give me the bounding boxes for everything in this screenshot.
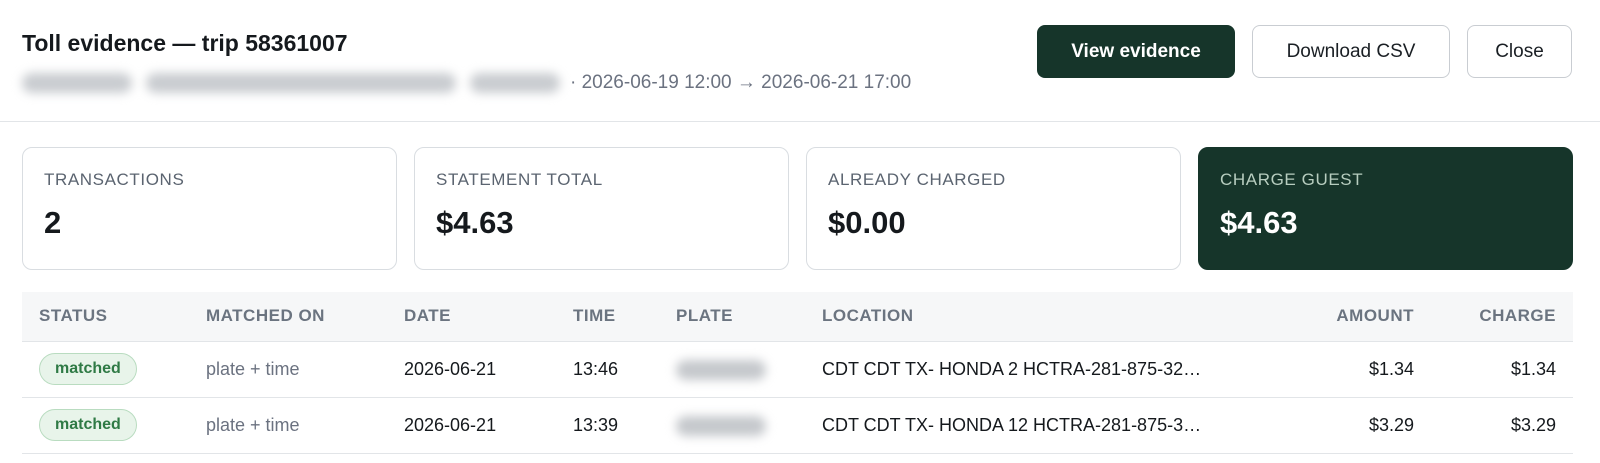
date-cell: 2026-06-21 <box>404 414 497 435</box>
location-cell: CDT CDT TX- HONDA 12 HCTRA-281-875-3… <box>822 414 1202 435</box>
table-row[interactable]: matched plate + time 2026-06-21 13:46 CD… <box>22 341 1573 397</box>
column-header-date[interactable]: DATE <box>387 292 556 341</box>
column-header-matched-on[interactable]: MATCHED ON <box>189 292 387 341</box>
summary-label: CHARGE GUEST <box>1220 170 1364 189</box>
column-header-amount[interactable]: AMOUNT <box>1263 292 1431 341</box>
trip-subtitle: · 2026-06-19 12:00 → 2026-06-21 17:00 <box>22 68 911 98</box>
redacted-plate <box>676 359 766 380</box>
summary-card-transactions: TRANSACTIONS 2 <box>22 147 397 270</box>
summary-card-charge-guest: CHARGE GUEST $4.63 <box>1198 147 1573 270</box>
column-header-status[interactable]: STATUS <box>22 292 189 341</box>
column-header-time[interactable]: TIME <box>556 292 659 341</box>
summary-label: ALREADY CHARGED <box>828 170 1006 189</box>
trip-date-range: · 2026-06-19 12:00 → 2026-06-21 17:00 <box>570 72 912 93</box>
modal-title: Toll evidence — trip 58361007 <box>22 30 348 56</box>
close-button[interactable]: Close <box>1467 25 1572 78</box>
table-header-row: STATUS MATCHED ON DATE TIME PLATE LOCATI… <box>22 292 1573 341</box>
redacted-text <box>146 73 456 93</box>
charge-cell: $3.29 <box>1510 414 1556 435</box>
time-cell: 13:39 <box>573 414 619 435</box>
plate-cell <box>659 397 805 453</box>
status-cell: matched <box>22 397 189 453</box>
status-badge: matched <box>39 353 137 385</box>
summary-value: $0.00 <box>828 205 906 240</box>
matched-on-cell: plate + time <box>206 414 300 435</box>
toll-evidence-modal: Toll evidence — trip 58361007 · 2026-06-… <box>0 0 1600 463</box>
redacted-plate <box>676 415 766 436</box>
summary-label: STATEMENT TOTAL <box>436 170 603 189</box>
column-header-location[interactable]: LOCATION <box>805 292 1263 341</box>
summary-value: 2 <box>44 205 62 240</box>
charge-cell: $1.34 <box>1510 358 1556 379</box>
date-cell: 2026-06-21 <box>404 358 497 379</box>
column-header-charge[interactable]: CHARGE <box>1431 292 1573 341</box>
table-row[interactable]: matched plate + time 2026-06-21 13:39 CD… <box>22 397 1573 453</box>
download-csv-button[interactable]: Download CSV <box>1252 25 1450 78</box>
amount-cell: $3.29 <box>1368 414 1414 435</box>
plate-cell <box>659 341 805 397</box>
summary-value: $4.63 <box>1220 205 1298 240</box>
location-cell: CDT CDT TX- HONDA 2 HCTRA-281-875-32… <box>822 358 1202 379</box>
redacted-text <box>470 73 560 93</box>
redacted-text <box>22 73 132 93</box>
summary-card-statement-total: STATEMENT TOTAL $4.63 <box>414 147 789 270</box>
summary-card-already-charged: ALREADY CHARGED $0.00 <box>806 147 1181 270</box>
view-evidence-button[interactable]: View evidence <box>1037 25 1235 78</box>
transactions-table: STATUS MATCHED ON DATE TIME PLATE LOCATI… <box>22 292 1573 454</box>
matched-on-cell: plate + time <box>206 358 300 379</box>
modal-header: Toll evidence — trip 58361007 · 2026-06-… <box>0 0 1600 122</box>
status-cell: matched <box>22 341 189 397</box>
amount-cell: $1.34 <box>1368 358 1414 379</box>
summary-value: $4.63 <box>436 205 514 240</box>
column-header-plate[interactable]: PLATE <box>659 292 805 341</box>
time-cell: 13:46 <box>573 358 619 379</box>
summary-label: TRANSACTIONS <box>44 170 185 189</box>
status-badge: matched <box>39 409 137 441</box>
